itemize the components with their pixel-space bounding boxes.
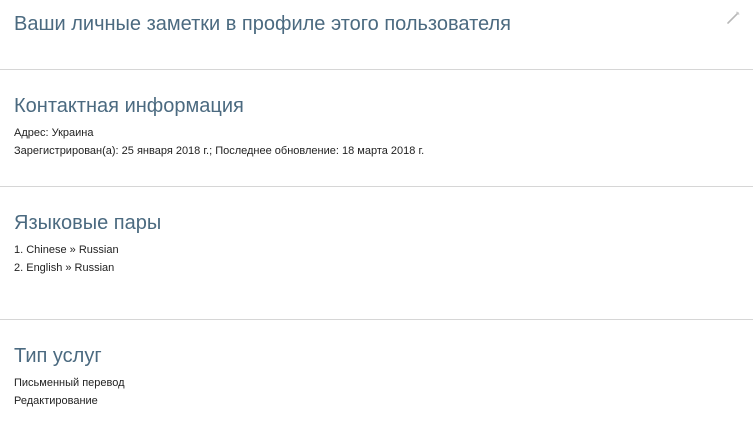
- notes-title: Ваши личные заметки в профиле этого поль…: [14, 13, 511, 35]
- language-pair-item: 2. English » Russian: [14, 262, 115, 274]
- service-item: Редактирование: [14, 395, 98, 407]
- divider: [0, 69, 753, 70]
- services-title: Тип услуг: [14, 345, 102, 367]
- notes-section: Ваши личные заметки в профиле этого поль…: [0, 12, 753, 36]
- contact-section: Контактная информация Адрес: Украина Зар…: [0, 94, 753, 160]
- languages-section: Языковые пары 1. Chinese » Russian 2. En…: [0, 211, 753, 277]
- contact-title: Контактная информация: [14, 95, 244, 117]
- divider: [0, 319, 753, 320]
- services-section: Тип услуг Письменный перевод Редактирова…: [0, 344, 753, 410]
- languages-title: Языковые пары: [14, 212, 162, 234]
- divider: [0, 186, 753, 187]
- contact-address: Адрес: Украина: [14, 127, 94, 139]
- language-pair-item: 1. Chinese » Russian: [14, 244, 119, 256]
- service-item: Письменный перевод: [14, 377, 125, 389]
- pencil-icon[interactable]: [725, 10, 741, 26]
- contact-registered: Зарегистрирован(а): 25 января 2018 г.; П…: [14, 145, 425, 157]
